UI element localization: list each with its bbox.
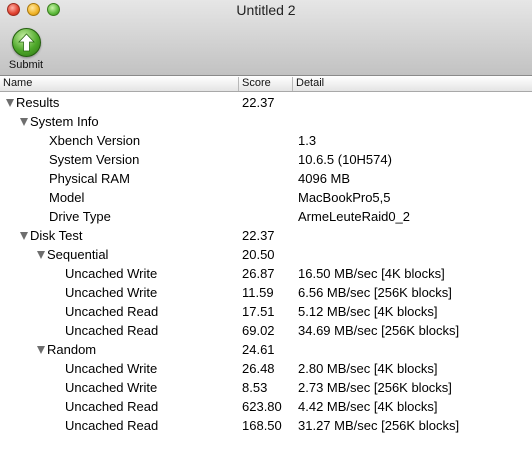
row-detail: 10.6.5 (10H574)	[298, 152, 392, 167]
row-detail: 2.73 MB/sec [256K blocks]	[298, 380, 452, 395]
row-detail: 1.3	[298, 133, 317, 148]
row-score: 11.59	[242, 285, 274, 300]
row-name: Uncached Read	[65, 399, 159, 414]
row-name: Uncached Read	[65, 323, 159, 338]
row-name: Xbench Version	[49, 133, 141, 148]
outline-row[interactable]: System Version 10.6.5 (10H574)	[0, 150, 532, 169]
row-score: 20.50	[242, 247, 275, 262]
row-name: Results	[16, 95, 60, 110]
disclosure-triangle-icon[interactable]	[37, 345, 45, 354]
up-arrow-icon	[12, 28, 41, 57]
outline-row-sequential[interactable]: Sequential 20.50	[0, 245, 532, 264]
row-detail: 31.27 MB/sec [256K blocks]	[298, 418, 460, 433]
window-title: Untitled 2	[236, 2, 296, 18]
disclosure-triangle-icon[interactable]	[20, 231, 28, 240]
row-score: 168.50	[242, 418, 282, 433]
row-name: System Version	[49, 152, 140, 167]
submit-button[interactable]: Submit	[4, 27, 48, 73]
disclosure-triangle-icon[interactable]	[20, 117, 28, 126]
row-name: Drive Type	[49, 209, 111, 224]
column-score[interactable]: Score	[242, 77, 271, 89]
column-divider[interactable]	[292, 77, 293, 91]
row-name: Uncached Write	[65, 285, 158, 300]
row-name: Random	[47, 342, 97, 357]
outline-row[interactable]: Physical RAM 4096 MB	[0, 169, 532, 188]
row-name: Disk Test	[30, 228, 83, 243]
row-detail: 34.69 MB/sec [256K blocks]	[298, 323, 460, 338]
outline-row[interactable]: Uncached Read 17.51 5.12 MB/sec [4K bloc…	[0, 302, 532, 321]
outline-row[interactable]: Xbench Version 1.3	[0, 131, 532, 150]
row-detail: 6.56 MB/sec [256K blocks]	[298, 285, 452, 300]
row-name: Uncached Read	[65, 304, 159, 319]
disclosure-triangle-icon[interactable]	[6, 98, 14, 107]
outline-row-disk-test[interactable]: Disk Test 22.37	[0, 226, 532, 245]
row-detail: 16.50 MB/sec [4K blocks]	[298, 266, 445, 281]
xbench-window: Untitled 2 Submit Name Score Detail Resu…	[0, 0, 532, 463]
row-detail: 5.12 MB/sec [4K blocks]	[298, 304, 438, 319]
column-detail[interactable]: Detail	[296, 77, 324, 89]
row-name: Uncached Read	[65, 418, 159, 433]
row-score: 8.53	[242, 380, 268, 395]
row-name: Uncached Write	[65, 266, 158, 281]
outline-row[interactable]: Uncached Read 69.02 34.69 MB/sec [256K b…	[0, 321, 532, 340]
outline-row-random[interactable]: Random 24.61	[0, 340, 532, 359]
outline-row[interactable]: Model MacBookPro5,5	[0, 188, 532, 207]
column-header: Name Score Detail	[0, 76, 532, 92]
row-name: System Info	[30, 114, 99, 129]
row-score: 69.02	[242, 323, 275, 338]
outline-row[interactable]: Drive Type ArmeLeuteRaid0_2	[0, 207, 532, 226]
row-score: 26.87	[242, 266, 275, 281]
row-name: Sequential	[47, 247, 109, 262]
row-score: 22.37	[242, 95, 275, 110]
outline-row-system-info[interactable]: System Info	[0, 112, 532, 131]
outline-row[interactable]: Uncached Write 26.48 2.80 MB/sec [4K blo…	[0, 359, 532, 378]
results-outline: Results 22.37 System Info Xbench Version…	[0, 93, 532, 435]
row-score: 17.51	[242, 304, 275, 319]
row-name: Uncached Write	[65, 361, 158, 376]
column-divider[interactable]	[238, 77, 239, 91]
row-detail: 4.42 MB/sec [4K blocks]	[298, 399, 438, 414]
row-detail: ArmeLeuteRaid0_2	[298, 209, 411, 224]
outline-row[interactable]: Uncached Write 26.87 16.50 MB/sec [4K bl…	[0, 264, 532, 283]
row-score: 623.80	[242, 399, 282, 414]
row-name: Physical RAM	[49, 171, 130, 186]
outline-row[interactable]: Uncached Read 623.80 4.42 MB/sec [4K blo…	[0, 397, 532, 416]
row-score: 22.37	[242, 228, 275, 243]
disclosure-triangle-icon[interactable]	[37, 250, 45, 259]
column-name[interactable]: Name	[3, 77, 32, 89]
row-detail: MacBookPro5,5	[298, 190, 391, 205]
outline-row[interactable]: Uncached Write 8.53 2.73 MB/sec [256K bl…	[0, 378, 532, 397]
row-detail: 2.80 MB/sec [4K blocks]	[298, 361, 438, 376]
outline-row[interactable]: Uncached Read 168.50 31.27 MB/sec [256K …	[0, 416, 532, 435]
outline-row[interactable]: Uncached Write 11.59 6.56 MB/sec [256K b…	[0, 283, 532, 302]
row-score: 26.48	[242, 361, 275, 376]
submit-label: Submit	[8, 59, 44, 71]
row-score: 24.61	[242, 342, 275, 357]
row-name: Model	[49, 190, 85, 205]
row-detail: 4096 MB	[298, 171, 351, 186]
outline-row-results[interactable]: Results 22.37	[0, 93, 532, 112]
title-toolbar: Untitled 2 Submit	[0, 0, 532, 76]
row-name: Uncached Write	[65, 380, 158, 395]
